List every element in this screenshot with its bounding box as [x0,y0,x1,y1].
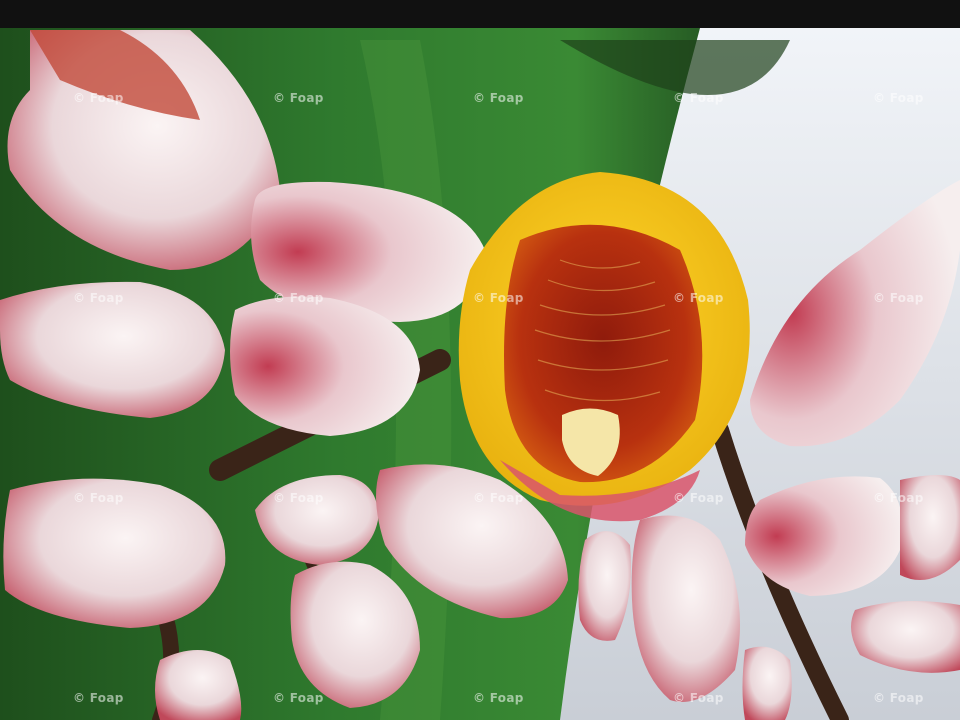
watermark: © Foap [273,291,324,305]
watermark: © Foap [873,291,924,305]
watermark: © Foap [873,91,924,105]
watermark: © Foap [673,691,724,705]
watermark: © Foap [673,291,724,305]
watermark: © Foap [273,91,324,105]
watermark: © Foap [273,491,324,505]
watermark: © Foap [73,91,124,105]
watermark: © Foap [473,491,524,505]
watermark: © Foap [473,291,524,305]
watermark: © Foap [273,691,324,705]
watermark: © Foap [673,91,724,105]
watermark: © Foap [473,91,524,105]
watermark: © Foap [473,691,524,705]
bud-bottom-edge [742,646,792,720]
watermark: © Foap [873,491,924,505]
watermark: © Foap [73,691,124,705]
watermark: © Foap [73,491,124,505]
watermark: © Foap [873,691,924,705]
photo-frame: © Foap © Foap © Foap © Foap © Foap © Foa… [0,0,960,720]
watermark: © Foap [73,291,124,305]
flower-photo [0,28,960,720]
bud-bottom-left [155,650,242,720]
watermark: © Foap [673,491,724,505]
